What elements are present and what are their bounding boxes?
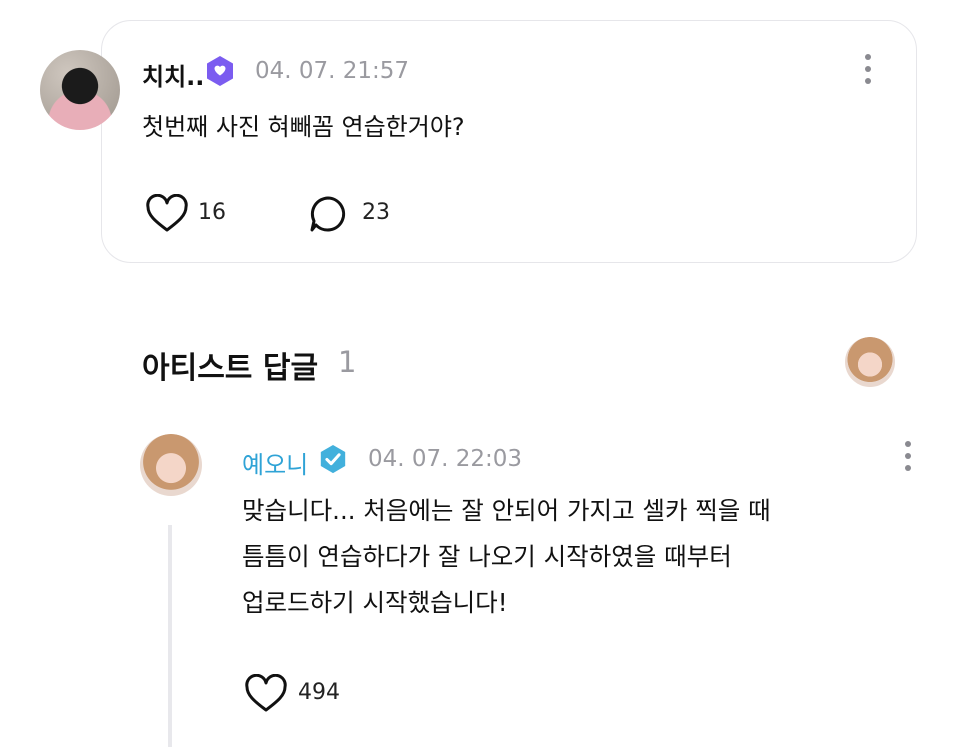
- reply-line: 업로드하기 시작했습니다!: [242, 588, 508, 617]
- commenter-avatar[interactable]: [40, 50, 120, 130]
- reply-timestamp: 04. 07. 22:03: [368, 446, 523, 472]
- comment-timestamp: 04. 07. 21:57: [255, 58, 410, 84]
- comment-more-icon[interactable]: [863, 54, 873, 88]
- comment-text: 첫번째 사진 혀빼꼼 연습한거야?: [142, 113, 465, 141]
- reply-text: 맞습니다... 처음에는 잘 안되어 가지고 셀카 찍을 때 틈틈이 연습하다가…: [242, 488, 771, 626]
- verified-badge-icon: [207, 56, 233, 86]
- artist-small-avatar[interactable]: [845, 337, 895, 387]
- reply-line: 틈틈이 연습하다가 잘 나오기 시작하였을 때부터: [242, 542, 732, 571]
- like-heart-icon[interactable]: [145, 194, 189, 234]
- thread-line: [168, 525, 172, 747]
- reply-like-count: 494: [298, 680, 340, 705]
- reply-line: 맞습니다... 처음에는 잘 안되어 가지고 셀카 찍을 때: [242, 496, 771, 525]
- reply-author[interactable]: 예오니: [242, 445, 308, 480]
- reply-bubble-icon[interactable]: [308, 194, 348, 234]
- comment-reply-count: 23: [362, 200, 390, 225]
- like-heart-icon[interactable]: [244, 674, 288, 714]
- comment-like-count: 16: [198, 200, 226, 225]
- artist-reply-count: 1: [338, 345, 357, 379]
- artist-reply-title: 아티스트 답글: [142, 351, 319, 386]
- reply-more-icon[interactable]: [903, 441, 913, 475]
- artist-avatar[interactable]: [140, 434, 202, 496]
- verified-badge-icon: [320, 444, 346, 474]
- comment-author[interactable]: 치치..: [142, 57, 204, 92]
